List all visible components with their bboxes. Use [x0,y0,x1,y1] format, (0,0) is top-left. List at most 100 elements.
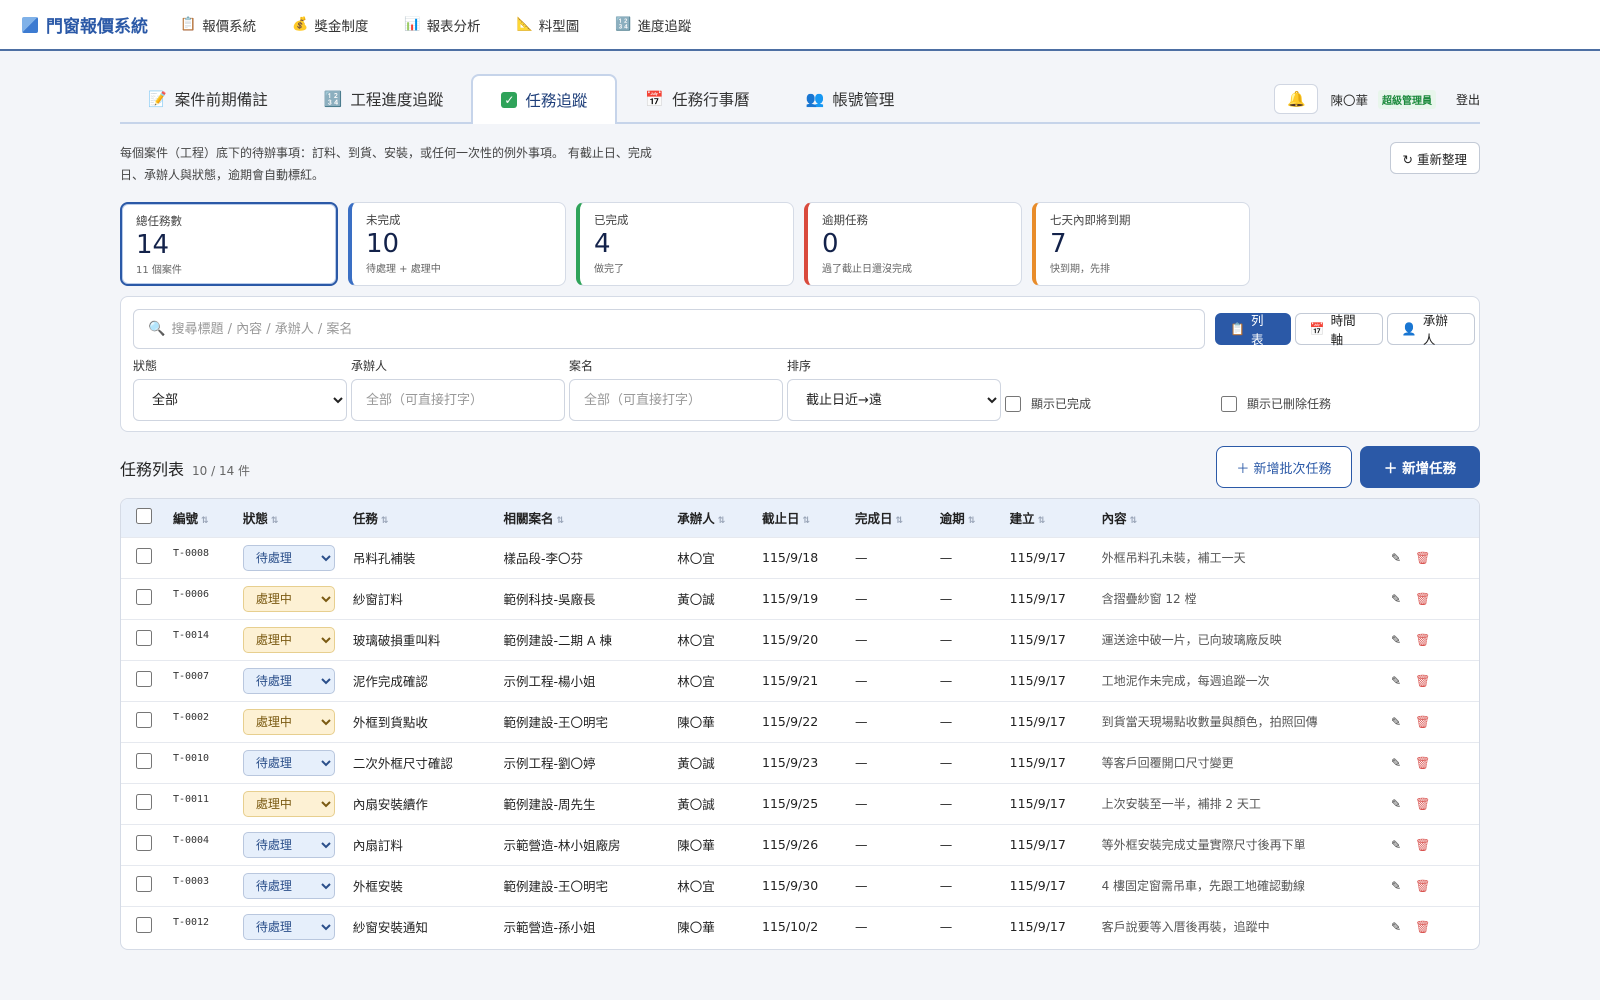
tab-project-progress[interactable]: 🔢 工程進度追蹤 [296,76,472,122]
trash-icon[interactable]: 🗑 [1415,674,1430,688]
edit-pencil-icon[interactable]: ✎ [1391,633,1401,647]
status-select[interactable]: 處理中 [242,708,335,735]
table-row[interactable]: T-0012 待處理 紗窗安裝通知 示範營造-孫小姐 陳〇華 115/10/2 — — 115/… [121,906,1479,947]
status-select[interactable]: 待處理 [242,831,335,858]
stat-card-done[interactable]: 已完成 4 做完了 [576,202,794,286]
view-owner-button[interactable]: 👤 承辦人 [1386,313,1475,347]
col-header-owner[interactable]: 承辦人 ⇅ [677,499,762,537]
status-select[interactable]: 處理中 [242,626,335,653]
table-row[interactable]: T-0003 待處理 外框安裝 範例建設-王〇明宅 林〇宜 115/9/30 — — 115/9… [121,865,1479,906]
nav-item-reports[interactable]: 📊 報表分析 [404,15,480,35]
trash-icon[interactable]: 🗑 [1415,592,1430,606]
task-title: 內扇訂料 [352,838,403,853]
row-checkbox[interactable] [136,548,152,564]
nav-item-quote[interactable]: 📋 報價系統 [180,15,256,35]
add-task-button[interactable]: ＋ 新增任務 [1360,446,1480,488]
col-header-overdue[interactable]: 逾期 ⇅ [940,499,1010,537]
sort-select[interactable]: 截止日近→遠 [787,379,1001,421]
row-checkbox[interactable] [136,671,152,687]
table-row[interactable]: T-0002 處理中 外框到貨點收 範例建設-王〇明宅 陳〇華 115/9/22 — — 115… [121,701,1479,742]
status-select[interactable]: 處理中 [242,790,335,817]
row-checkbox[interactable] [136,835,152,851]
table-row[interactable]: T-0011 處理中 內扇安裝續作 範例建設-周先生 黃〇誠 115/9/25 — — 115/… [121,783,1479,824]
status-select[interactable]: 待處理 [242,913,335,940]
col-header-status[interactable]: 狀態 ⇅ [243,499,353,537]
trash-icon[interactable]: 🗑 [1415,551,1430,565]
table-row[interactable]: T-0008 待處理 吊料孔補裝 樣品段-李〇芬 林〇宜 115/9/18 — — 115/9/… [121,537,1479,578]
edit-pencil-icon[interactable]: ✎ [1391,592,1401,606]
task-content: 等外框安裝完成丈量實際尺寸後再下單 [1101,838,1306,852]
case-input[interactable] [569,379,783,421]
table-row[interactable]: T-0004 待處理 內扇訂料 示範營造-林小姐廠房 陳〇華 115/9/26 — — 115/… [121,824,1479,865]
table-row[interactable]: T-0006 處理中 紗窗訂料 範例科技-吳廠長 黃〇誠 115/9/19 — — 115/9/… [121,578,1479,619]
logout-link[interactable]: 登出 [1456,91,1480,108]
tab-task-tracking[interactable]: ✓ 任務追蹤 [471,74,618,124]
status-select[interactable]: 待處理 [242,544,335,571]
col-header-id[interactable]: 編號 ⇅ [173,499,243,537]
status-select[interactable]: 待處理 [242,872,335,899]
row-checkbox[interactable] [136,712,152,728]
trash-icon[interactable]: 🗑 [1415,920,1430,934]
col-header-case[interactable]: 相關案名 ⇅ [504,499,678,537]
col-header-due[interactable]: 截止日 ⇅ [762,499,855,537]
owner-input[interactable] [351,379,565,421]
row-checkbox[interactable] [136,753,152,769]
row-checkbox[interactable] [136,876,152,892]
nav-item-profiles[interactable]: 📐 料型圖 [517,15,580,35]
search-input[interactable] [171,321,1172,337]
row-checkbox[interactable] [136,589,152,605]
show-deleted-toggle[interactable]: 顯示已刪除任務 [1221,395,1331,412]
add-batch-task-button[interactable]: ＋ 新增批次任務 [1216,446,1352,488]
task-title: 泥作完成確認 [352,674,428,689]
status-select[interactable]: 全部 [133,379,347,421]
row-checkbox[interactable] [136,794,152,810]
nav-item-progress[interactable]: 🔢 進度追蹤 [615,15,691,35]
row-checkbox[interactable] [136,917,152,934]
col-header-completed[interactable]: 完成日 ⇅ [855,499,940,537]
refresh-button[interactable]: ↻ 重新整理 [1389,142,1480,174]
trash-icon[interactable]: 🗑 [1415,797,1430,811]
view-timeline-button[interactable]: 📅 時間軸 [1294,313,1383,347]
show-done-toggle[interactable]: 顯示已完成 [1005,395,1091,412]
numbers-icon: 🔢 [615,17,632,32]
bell-icon[interactable]: 🔔 [1274,84,1319,114]
trash-icon[interactable]: 🗑 [1415,879,1430,893]
tab-account-management[interactable]: 👥 帳號管理 [778,76,923,122]
col-header-content[interactable]: 內容 ⇅ [1102,499,1391,537]
tab-task-calendar[interactable]: 📅 任務行事曆 [617,76,777,122]
status-select[interactable]: 待處理 [242,749,335,776]
select-all-checkbox[interactable] [136,508,152,525]
table-row[interactable]: T-0010 待處理 二次外框尺寸確認 示例工程-劉〇婷 黃〇誠 115/9/23 — — 11… [121,742,1479,783]
row-checkbox[interactable] [136,630,152,646]
show-done-checkbox[interactable] [1005,395,1021,412]
edit-pencil-icon[interactable]: ✎ [1391,715,1401,729]
edit-pencil-icon[interactable]: ✎ [1391,797,1401,811]
trash-icon[interactable]: 🗑 [1415,756,1430,770]
trash-icon[interactable]: 🗑 [1415,715,1430,729]
col-header-created[interactable]: 建立 ⇅ [1010,499,1102,537]
edit-pencil-icon[interactable]: ✎ [1391,838,1401,852]
status-select[interactable]: 待處理 [242,667,335,694]
edit-pencil-icon[interactable]: ✎ [1391,920,1401,934]
edit-pencil-icon[interactable]: ✎ [1391,674,1401,688]
table-row[interactable]: T-0014 處理中 玻璃破損重叫料 範例建設-二期 A 棟 林〇宜 115/9/20 — —… [121,619,1479,660]
edit-pencil-icon[interactable]: ✎ [1391,879,1401,893]
edit-pencil-icon[interactable]: ✎ [1391,756,1401,770]
app-brand[interactable]: 門窗報價系統 [22,12,148,37]
view-list-button[interactable]: 📋 列表 [1215,313,1291,347]
trash-icon[interactable]: 🗑 [1415,633,1430,647]
stat-card-total[interactable]: 總任務數 14 11 個案件 [120,202,338,286]
stat-card-open[interactable]: 未完成 10 待處理 + 處理中 [348,202,566,286]
nav-item-bonus[interactable]: 💰 獎金制度 [292,15,368,35]
show-deleted-checkbox[interactable] [1221,395,1237,412]
stat-cards: 總任務數 14 11 個案件 未完成 10 待處理 + 處理中 已完成 4 做完… [120,202,1260,286]
trash-icon[interactable]: 🗑 [1415,838,1430,852]
stat-card-due-soon[interactable]: 七天內即將到期 7 快到期，先排 [1032,202,1250,286]
col-header-task[interactable]: 任務 ⇅ [353,499,504,537]
tab-case-notes[interactable]: 📝 案件前期備註 [120,76,296,122]
status-select[interactable]: 處理中 [242,585,335,612]
edit-pencil-icon[interactable]: ✎ [1391,551,1401,565]
stat-card-overdue[interactable]: 逾期任務 0 過了截止日還沒完成 [804,202,1022,286]
table-row[interactable]: T-0007 待處理 泥作完成確認 示例工程-楊小姐 林〇宜 115/9/21 — — 115/… [121,660,1479,701]
due-date: 115/10/2 [762,919,819,935]
